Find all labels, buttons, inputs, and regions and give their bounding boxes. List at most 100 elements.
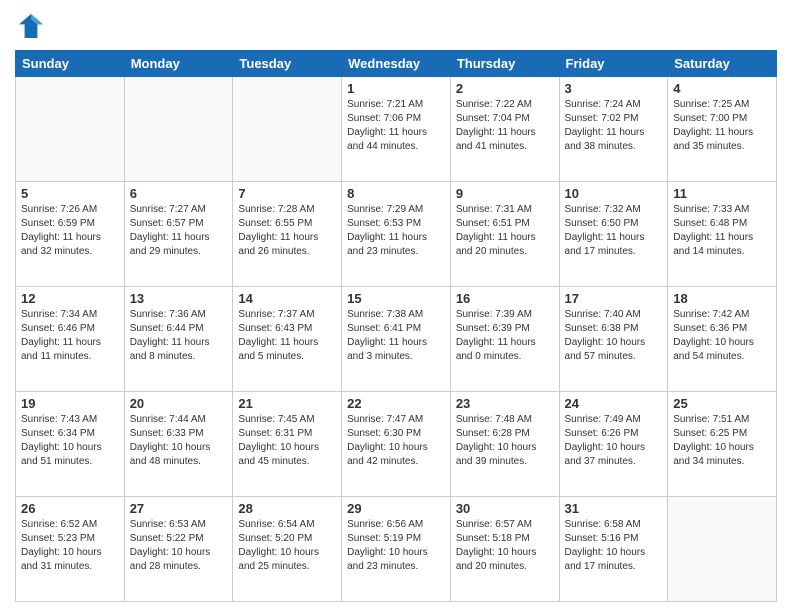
day-number: 1	[347, 81, 445, 96]
day-cell: 8Sunrise: 7:29 AM Sunset: 6:53 PM Daylig…	[342, 182, 451, 287]
col-thursday: Thursday	[450, 51, 559, 77]
day-number: 25	[673, 396, 771, 411]
day-cell: 7 Sunrise: 7:28 AM Sunset: 6:55 PM Daylig…	[233, 182, 342, 287]
day-cell: 10Sunrise: 7:32 AM Sunset: 6:50 PM Dayli…	[559, 182, 668, 287]
day-number: 18	[673, 291, 771, 306]
day-info: Sunrise: 7:27 AM Sunset: 6:57 PM Dayligh…	[130, 203, 228, 259]
day-info: Sunrise: 6:56 AM Sunset: 5:19 PM Dayligh…	[347, 518, 445, 574]
day-number: 30	[456, 501, 554, 516]
day-info: Sunrise: 6:57 AM Sunset: 5:18 PM Dayligh…	[456, 518, 554, 574]
day-number: 2	[456, 81, 554, 96]
day-cell: 1 Sunrise: 7:21 AM Sunset: 7:06 PM Daylig…	[342, 77, 451, 182]
day-cell: 4 Sunrise: 7:25 AM Sunset: 7:00 PM Daylig…	[668, 77, 777, 182]
day-info: Sunrise: 7:33 AM Sunset: 6:48 PM Dayligh…	[673, 203, 771, 259]
logo	[15, 10, 51, 42]
day-number: 12	[21, 291, 119, 306]
day-number: 4	[673, 81, 771, 96]
day-info: Sunrise: 7:40 AM Sunset: 6:38 PM Dayligh…	[565, 308, 663, 364]
day-cell: 11 Sunrise: 7:33 AM Sunset: 6:48 PM Dayli…	[668, 182, 777, 287]
col-wednesday: Wednesday	[342, 51, 451, 77]
day-cell: 6 Sunrise: 7:27 AM Sunset: 6:57 PM Daylig…	[124, 182, 233, 287]
day-info: Sunrise: 7:28 AM Sunset: 6:55 PM Dayligh…	[238, 203, 336, 259]
day-cell: 3Sunrise: 7:24 AM Sunset: 7:02 PM Daylig…	[559, 77, 668, 182]
day-cell: 12Sunrise: 7:34 AM Sunset: 6:46 PM Dayli…	[16, 287, 125, 392]
day-number: 3	[565, 81, 663, 96]
day-info: Sunrise: 7:26 AM Sunset: 6:59 PM Dayligh…	[21, 203, 119, 259]
day-cell: 22 Sunrise: 7:47 AM Sunset: 6:30 PM Dayli…	[342, 392, 451, 497]
day-number: 15	[347, 291, 445, 306]
day-number: 5	[21, 186, 119, 201]
day-info: Sunrise: 7:51 AM Sunset: 6:25 PM Dayligh…	[673, 413, 771, 469]
day-number: 23	[456, 396, 554, 411]
day-number: 7	[238, 186, 336, 201]
day-info: Sunrise: 6:53 AM Sunset: 5:22 PM Dayligh…	[130, 518, 228, 574]
day-info: Sunrise: 7:47 AM Sunset: 6:30 PM Dayligh…	[347, 413, 445, 469]
day-info: Sunrise: 7:39 AM Sunset: 6:39 PM Dayligh…	[456, 308, 554, 364]
day-number: 21	[238, 396, 336, 411]
day-info: Sunrise: 6:52 AM Sunset: 5:23 PM Dayligh…	[21, 518, 119, 574]
calendar-header-row: Sunday Monday Tuesday Wednesday Thursday…	[16, 51, 777, 77]
week-row-3: 12Sunrise: 7:34 AM Sunset: 6:46 PM Dayli…	[16, 287, 777, 392]
col-sunday: Sunday	[16, 51, 125, 77]
day-number: 22	[347, 396, 445, 411]
day-number: 29	[347, 501, 445, 516]
day-info: Sunrise: 6:58 AM Sunset: 5:16 PM Dayligh…	[565, 518, 663, 574]
day-info: Sunrise: 7:42 AM Sunset: 6:36 PM Dayligh…	[673, 308, 771, 364]
day-cell: 31 Sunrise: 6:58 AM Sunset: 5:16 PM Dayli…	[559, 497, 668, 602]
day-cell: 21 Sunrise: 7:45 AM Sunset: 6:31 PM Dayli…	[233, 392, 342, 497]
day-cell	[16, 77, 125, 182]
day-cell: 23 Sunrise: 7:48 AM Sunset: 6:28 PM Dayli…	[450, 392, 559, 497]
day-number: 13	[130, 291, 228, 306]
logo-icon	[15, 10, 47, 42]
day-cell: 27 Sunrise: 6:53 AM Sunset: 5:22 PM Dayli…	[124, 497, 233, 602]
day-cell	[233, 77, 342, 182]
day-number: 20	[130, 396, 228, 411]
day-cell: 16 Sunrise: 7:39 AM Sunset: 6:39 PM Dayli…	[450, 287, 559, 392]
calendar-table: Sunday Monday Tuesday Wednesday Thursday…	[15, 50, 777, 602]
col-saturday: Saturday	[668, 51, 777, 77]
col-tuesday: Tuesday	[233, 51, 342, 77]
day-cell: 15 Sunrise: 7:38 AM Sunset: 6:41 PM Dayli…	[342, 287, 451, 392]
col-monday: Monday	[124, 51, 233, 77]
day-info: Sunrise: 7:37 AM Sunset: 6:43 PM Dayligh…	[238, 308, 336, 364]
day-number: 28	[238, 501, 336, 516]
day-cell: 17 Sunrise: 7:40 AM Sunset: 6:38 PM Dayli…	[559, 287, 668, 392]
day-info: Sunrise: 7:22 AM Sunset: 7:04 PM Dayligh…	[456, 98, 554, 154]
day-cell: 19 Sunrise: 7:43 AM Sunset: 6:34 PM Dayli…	[16, 392, 125, 497]
day-cell: 24Sunrise: 7:49 AM Sunset: 6:26 PM Dayli…	[559, 392, 668, 497]
week-row-1: 1 Sunrise: 7:21 AM Sunset: 7:06 PM Daylig…	[16, 77, 777, 182]
day-cell: 26 Sunrise: 6:52 AM Sunset: 5:23 PM Dayli…	[16, 497, 125, 602]
day-cell: 9Sunrise: 7:31 AM Sunset: 6:51 PM Daylig…	[450, 182, 559, 287]
col-friday: Friday	[559, 51, 668, 77]
day-number: 16	[456, 291, 554, 306]
day-cell: 20 Sunrise: 7:44 AM Sunset: 6:33 PM Dayli…	[124, 392, 233, 497]
day-number: 31	[565, 501, 663, 516]
day-info: Sunrise: 7:49 AM Sunset: 6:26 PM Dayligh…	[565, 413, 663, 469]
day-info: Sunrise: 7:21 AM Sunset: 7:06 PM Dayligh…	[347, 98, 445, 154]
day-info: Sunrise: 6:54 AM Sunset: 5:20 PM Dayligh…	[238, 518, 336, 574]
day-info: Sunrise: 7:44 AM Sunset: 6:33 PM Dayligh…	[130, 413, 228, 469]
day-info: Sunrise: 7:36 AM Sunset: 6:44 PM Dayligh…	[130, 308, 228, 364]
header	[15, 10, 777, 42]
day-number: 19	[21, 396, 119, 411]
day-info: Sunrise: 7:43 AM Sunset: 6:34 PM Dayligh…	[21, 413, 119, 469]
day-number: 14	[238, 291, 336, 306]
day-info: Sunrise: 7:38 AM Sunset: 6:41 PM Dayligh…	[347, 308, 445, 364]
day-info: Sunrise: 7:32 AM Sunset: 6:50 PM Dayligh…	[565, 203, 663, 259]
day-info: Sunrise: 7:45 AM Sunset: 6:31 PM Dayligh…	[238, 413, 336, 469]
day-number: 6	[130, 186, 228, 201]
day-cell: 30 Sunrise: 6:57 AM Sunset: 5:18 PM Dayli…	[450, 497, 559, 602]
day-cell: 13 Sunrise: 7:36 AM Sunset: 6:44 PM Dayli…	[124, 287, 233, 392]
page: Sunday Monday Tuesday Wednesday Thursday…	[0, 0, 792, 612]
day-number: 27	[130, 501, 228, 516]
day-number: 26	[21, 501, 119, 516]
day-info: Sunrise: 7:48 AM Sunset: 6:28 PM Dayligh…	[456, 413, 554, 469]
day-cell: 14 Sunrise: 7:37 AM Sunset: 6:43 PM Dayli…	[233, 287, 342, 392]
day-cell: 28 Sunrise: 6:54 AM Sunset: 5:20 PM Dayli…	[233, 497, 342, 602]
day-info: Sunrise: 7:25 AM Sunset: 7:00 PM Dayligh…	[673, 98, 771, 154]
day-cell	[668, 497, 777, 602]
day-number: 17	[565, 291, 663, 306]
day-number: 8	[347, 186, 445, 201]
day-cell	[124, 77, 233, 182]
day-number: 11	[673, 186, 771, 201]
